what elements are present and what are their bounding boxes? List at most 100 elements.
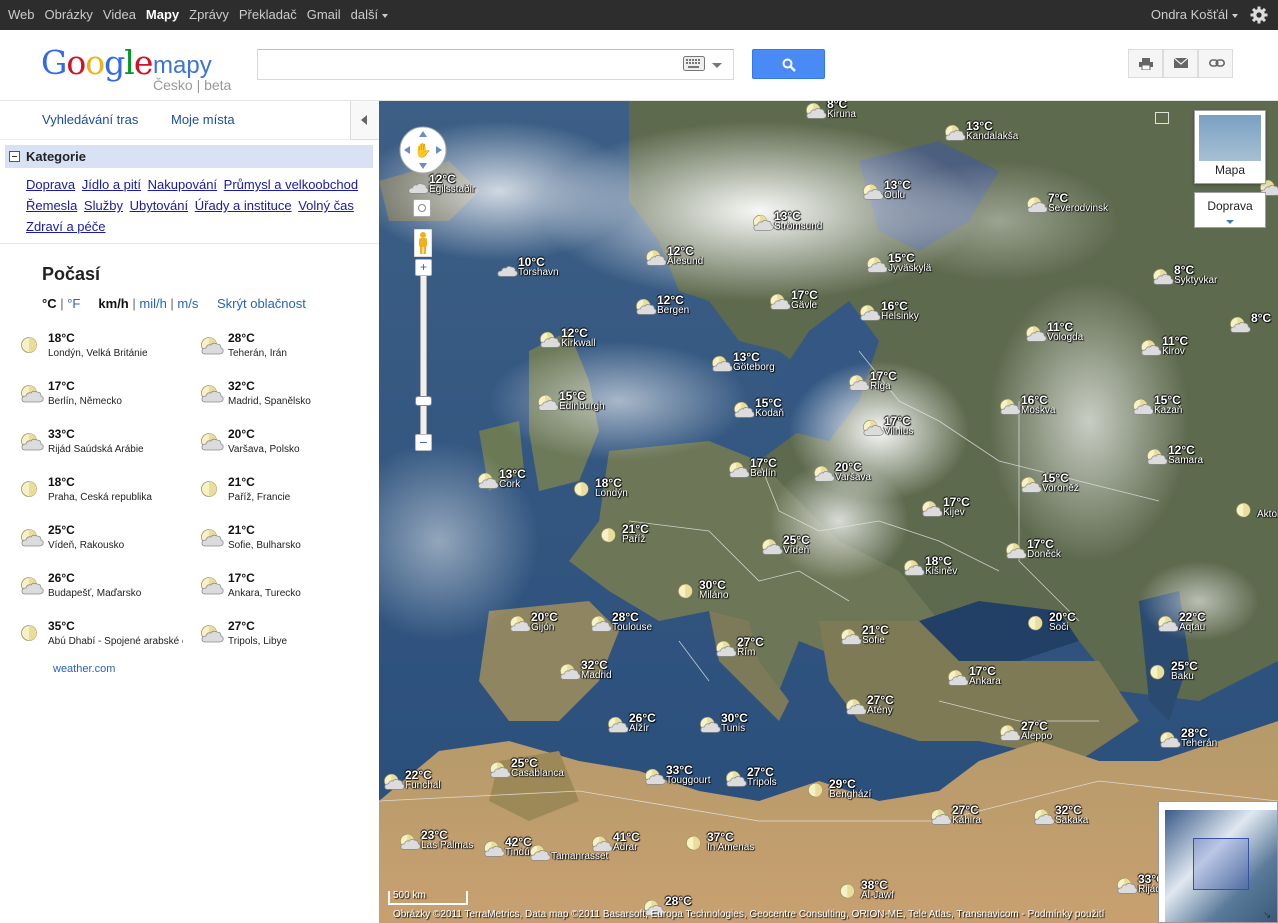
marker-city: Tripols — [747, 777, 777, 788]
tab-my-places[interactable]: Moje místa — [171, 112, 235, 127]
category-link[interactable]: Řemesla — [26, 198, 77, 213]
nav-images[interactable]: Obrázky — [40, 0, 98, 30]
weather-city: Vídeň, Rakousko — [48, 540, 125, 551]
hide-clouds-link[interactable]: Skrýt oblačnost — [217, 296, 306, 311]
nav-web[interactable]: Web — [0, 0, 40, 30]
moon-cloud-icon — [728, 460, 750, 480]
marker-city: Oulu — [884, 190, 906, 201]
zoom-out-button[interactable]: − — [415, 434, 432, 451]
marker-city: Funchal — [405, 780, 441, 791]
map-canvas[interactable]: 8°C Kiruna 13°C Kandalakša 12°C Egilsstaðir 13… — [379, 101, 1278, 923]
moon-cloud-icon — [399, 832, 421, 852]
moon-icon — [839, 882, 861, 902]
weather-card[interactable]: 21°C Sofie, Bulharsko — [200, 523, 370, 563]
moon-cloud-icon — [947, 668, 969, 688]
gear-icon[interactable] — [1250, 6, 1268, 24]
chevron-down-icon — [1232, 13, 1238, 18]
unit-ms[interactable]: m/s — [177, 296, 198, 311]
marker-city: Gijón — [531, 622, 555, 633]
zoom-in-button[interactable]: + — [415, 259, 432, 276]
weather-temp: 21°C — [228, 523, 255, 537]
user-menu[interactable]: Ondra Košťál — [1151, 0, 1238, 30]
unit-switcher: °C | °F km/h | mil/h | m/s — [42, 296, 199, 311]
search-input[interactable] — [257, 49, 734, 80]
weather-card[interactable]: 27°C Tripols, Libye — [200, 619, 370, 659]
overview-map[interactable]: ↘ — [1158, 801, 1278, 923]
email-button[interactable] — [1163, 49, 1198, 78]
marker-city: Berlín — [750, 468, 777, 479]
cloud-icon — [496, 259, 518, 279]
weather-card[interactable]: 17°C Ankara, Turecko — [200, 571, 370, 611]
weather-card[interactable]: 21°C Paříž, Francie — [200, 475, 370, 515]
keyboard-icon[interactable] — [683, 56, 705, 71]
google-maps-logo[interactable]: Google mapy Česko | beta — [41, 45, 231, 95]
unit-kmh[interactable]: km/h — [98, 296, 128, 311]
moon-cloud-icon — [509, 614, 531, 634]
overview-viewport[interactable] — [1193, 838, 1249, 890]
weather-card[interactable]: 25°C Vídeň, Rakousko — [20, 523, 190, 563]
category-link[interactable]: Služby — [84, 198, 123, 213]
reset-view-button[interactable] — [413, 199, 431, 217]
nav-maps[interactable]: Mapy — [141, 0, 184, 30]
left-panel: Vyhledávání tras Moje místa Kategorie Do… — [0, 101, 379, 923]
printer-icon — [1139, 58, 1153, 70]
category-link[interactable]: Úřady a instituce — [195, 198, 292, 213]
moon-cloud-icon — [591, 834, 613, 854]
chevron-down-icon[interactable] — [712, 63, 722, 68]
weather-card[interactable]: 26°C Budapešť, Maďarsko — [20, 571, 190, 611]
weather-card[interactable]: 33°C Rijád Saúdská Arábie — [20, 427, 190, 467]
nav-gmail[interactable]: Gmail — [302, 0, 346, 30]
category-link[interactable]: Zdraví a péče — [26, 219, 106, 234]
zoom-slider-handle[interactable] — [415, 396, 432, 406]
category-link[interactable]: Průmysl a velkoobchod — [224, 177, 358, 192]
category-header[interactable]: Kategorie — [5, 145, 373, 168]
nav-translate[interactable]: Překladač — [234, 0, 302, 30]
pan-control[interactable]: ✋ — [398, 125, 448, 175]
unit-mph[interactable]: mil/h — [139, 296, 166, 311]
collapse-panel-button[interactable] — [350, 101, 379, 140]
nav-more[interactable]: další — [346, 0, 393, 30]
marker-city: Torshavn — [518, 267, 559, 278]
link-button[interactable] — [1198, 49, 1233, 78]
marker-city: Soči — [1049, 622, 1069, 633]
moon-cloud-icon — [1229, 315, 1251, 335]
unit-fahrenheit[interactable]: °F — [67, 296, 80, 311]
category-link[interactable]: Volný čas — [298, 198, 354, 213]
category-link[interactable]: Doprava — [26, 177, 75, 192]
marker-city: Casablanca — [511, 768, 564, 779]
fullscreen-icon[interactable] — [1155, 112, 1169, 124]
weather-card[interactable]: 18°C Praha, Česká republika — [20, 475, 190, 515]
category-link[interactable]: Ubytování — [130, 198, 189, 213]
weather-card[interactable]: 20°C Varšava, Polsko — [200, 427, 370, 467]
moon-cloud-icon — [711, 354, 733, 374]
marker-city: Las Palmas — [421, 840, 474, 851]
weather-card[interactable]: 35°C Abú Dhabí - Spojené arabské emiráty — [20, 619, 190, 659]
nav-news[interactable]: Zprávy — [184, 0, 234, 30]
marker-city: Vologda — [1047, 332, 1084, 343]
marker-city: Kiruna — [827, 109, 856, 120]
map-type-button[interactable]: Mapa — [1194, 110, 1266, 184]
marker-city: Paříž — [622, 534, 646, 545]
moon-cloud-icon — [840, 627, 862, 647]
pegman-icon[interactable] — [414, 229, 432, 257]
weather-temp: 27°C — [228, 619, 255, 633]
weather-card[interactable]: 17°C Berlín, Německo — [20, 379, 190, 419]
search-button[interactable] — [752, 49, 825, 79]
print-button[interactable] — [1128, 49, 1163, 78]
resize-corner-icon[interactable]: ↘ — [1263, 910, 1271, 921]
marker-city: Ålesund — [667, 256, 704, 267]
traffic-button[interactable]: Doprava — [1194, 192, 1266, 228]
tab-directions[interactable]: Vyhledávání tras — [42, 112, 138, 127]
category-link[interactable]: Nakupování — [148, 177, 217, 192]
marker-city: Káhira — [952, 815, 981, 826]
weather-card[interactable]: 32°C Madrid, Španělsko — [200, 379, 370, 419]
nav-videos[interactable]: Videa — [98, 0, 141, 30]
weather-card[interactable]: 18°C Londýn, Velká Británie — [20, 331, 190, 371]
collapse-icon[interactable] — [9, 151, 20, 162]
category-link[interactable]: Jídlo a pití — [82, 177, 141, 192]
unit-celsius[interactable]: °C — [42, 296, 57, 311]
zoom-slider[interactable] — [420, 276, 427, 436]
marker-city: Kirov — [1162, 346, 1185, 357]
weather-card[interactable]: 28°C Teherán, Írán — [200, 331, 370, 371]
weather-source-link[interactable]: weather.com — [53, 663, 115, 675]
